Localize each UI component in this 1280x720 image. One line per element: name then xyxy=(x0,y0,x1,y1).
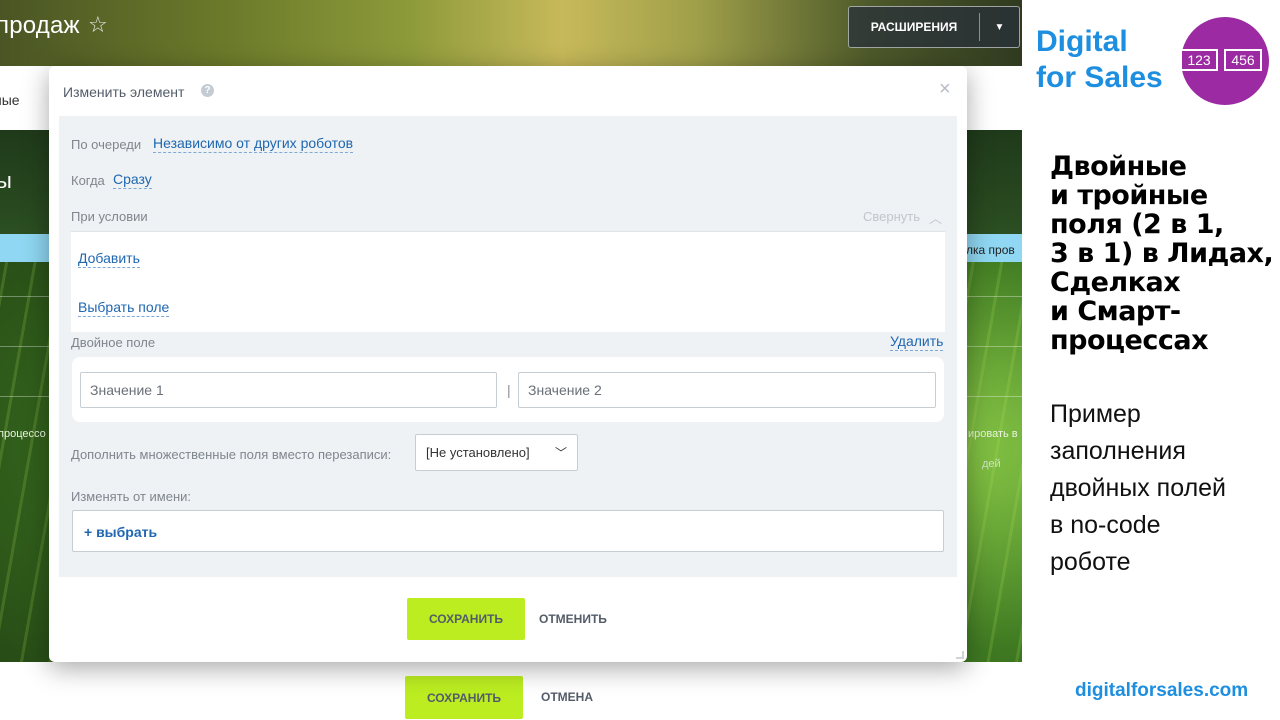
left-column-text: процессо xyxy=(0,428,46,440)
stage-strip-text[interactable]: лка пров xyxy=(966,243,1015,257)
delete-field-link[interactable]: Удалить xyxy=(890,333,944,351)
section-title-fragment: ы xyxy=(0,168,12,193)
when-selector[interactable]: Сразу xyxy=(113,171,152,189)
favorite-star-icon[interactable]: ☆ xyxy=(88,12,108,38)
subtext-line: роботе xyxy=(1050,548,1131,576)
brand-logo-icon: 123 456 xyxy=(1180,17,1269,105)
extensions-button-label: РАСШИРЕНИЯ xyxy=(870,20,958,34)
field-separator: | xyxy=(507,382,511,398)
double-field-label: Двойное поле xyxy=(71,335,156,350)
brand-name-line1: Digital xyxy=(1036,25,1128,58)
value-2-input[interactable] xyxy=(518,372,936,408)
collapse-link[interactable]: Свернуть xyxy=(863,209,920,224)
condition-area xyxy=(71,232,945,332)
headline-line: процессах xyxy=(1050,325,1209,356)
supplement-label: Дополнить множественные поля вместо пере… xyxy=(71,447,392,462)
subtext-line: Пример xyxy=(1050,400,1141,428)
headline-line: и Смарт- xyxy=(1050,296,1181,327)
subtext-line: в no-code xyxy=(1050,511,1161,539)
queue-selector[interactable]: Независимо от других роботов xyxy=(153,135,354,153)
promo-headline: Двойные и тройные поля (2 в 1, 3 в 1) в … xyxy=(1050,152,1276,355)
dialog-cancel-button[interactable]: ОТМЕНИТЬ xyxy=(539,612,607,626)
queue-label: По очереди xyxy=(71,137,142,152)
page-title: продаж xyxy=(0,12,80,39)
close-icon[interactable]: × xyxy=(939,78,951,101)
right-column-text: дей xyxy=(982,458,1001,470)
save-button[interactable]: СОХРАНИТЬ xyxy=(405,676,523,719)
logo-text-right: 456 xyxy=(1231,52,1255,68)
supplement-select-value: [Не установлено] xyxy=(426,445,530,460)
subtext-line: заполнения xyxy=(1050,437,1186,465)
dialog-save-button[interactable]: СОХРАНИТЬ xyxy=(407,598,525,640)
headline-line: и тройные xyxy=(1050,180,1208,211)
headline-line: 3 в 1) в Лидах, xyxy=(1050,238,1274,269)
brand-name-line2: for Sales xyxy=(1036,61,1163,94)
supplement-select[interactable]: [Не установлено] ﹀ xyxy=(415,434,578,471)
headline-line: Двойные xyxy=(1050,151,1187,182)
resize-handle[interactable] xyxy=(956,651,964,659)
condition-label: При условии xyxy=(71,209,148,224)
chevron-down-icon: ﹀ xyxy=(554,446,567,460)
choose-field-link[interactable]: Выбрать поле xyxy=(78,299,170,317)
chevron-down-icon[interactable]: ▼ xyxy=(980,22,1019,33)
when-label: Когда xyxy=(71,173,105,188)
user-picker[interactable]: + выбрать xyxy=(72,510,944,552)
add-condition-link[interactable]: Добавить xyxy=(78,250,140,268)
robot-settings-panel: По очереди Независимо от других роботов … xyxy=(59,116,957,577)
headline-line: Сделках xyxy=(1050,267,1181,298)
subtext-line: двойных полей xyxy=(1050,474,1227,502)
logo-text-left: 123 xyxy=(1187,52,1211,68)
double-field-box: | xyxy=(72,357,944,422)
pick-user-button[interactable]: + выбрать xyxy=(84,524,157,540)
dialog-title: Изменить элемент xyxy=(63,84,185,100)
value-1-input[interactable] xyxy=(80,372,497,408)
chevron-up-icon[interactable]: ︿ xyxy=(929,208,942,227)
extensions-button[interactable]: РАСШИРЕНИЯ ▼ xyxy=(848,6,1020,48)
cancel-button[interactable]: ОТМЕНА xyxy=(541,690,593,704)
change-from-label: Изменять от имени: xyxy=(71,489,192,504)
edit-element-dialog: Изменить элемент ? × По очереди Независи… xyxy=(49,66,967,662)
website-link[interactable]: digitalforsales.com xyxy=(1075,680,1248,702)
headline-line: поля (2 в 1, xyxy=(1050,209,1224,240)
promo-subtext: Пример заполнения двойных полей в no-cod… xyxy=(1050,396,1276,581)
help-icon[interactable]: ? xyxy=(201,84,214,97)
right-column-text[interactable]: ировать в xyxy=(968,428,1018,440)
tab-fragment[interactable]: ные xyxy=(0,92,20,108)
